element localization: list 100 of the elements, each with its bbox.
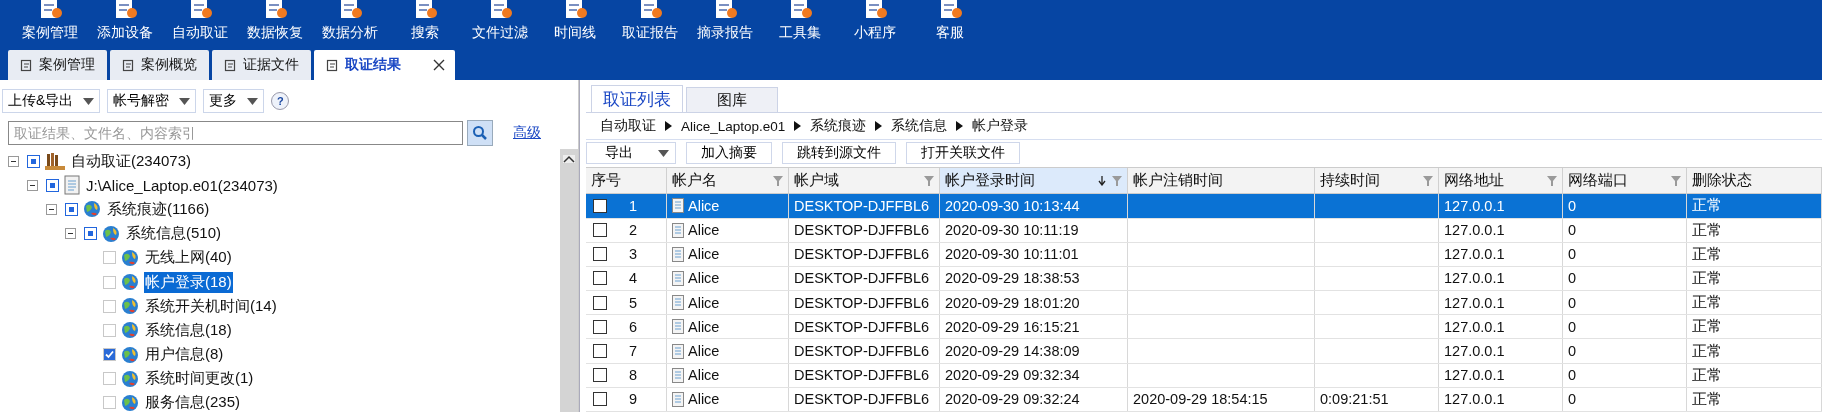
toolbar-button[interactable]: 时间线 (537, 0, 612, 46)
tree-item[interactable]: 系统信息(510) (125, 223, 223, 245)
toolbar-button[interactable]: 摘录报告 (687, 0, 762, 46)
filter-icon[interactable] (773, 175, 783, 186)
toolbar-button[interactable]: 搜索 (387, 0, 462, 46)
column-header[interactable]: 帐户名 (667, 168, 789, 194)
tree-item[interactable]: J:\Alice_Laptop.e01(234073) (85, 175, 279, 195)
row-checkbox[interactable] (593, 344, 607, 359)
checkbox[interactable] (103, 372, 116, 386)
column-header[interactable]: 持续时间 (1315, 168, 1439, 194)
action-button[interactable]: 加入摘要 (686, 142, 772, 165)
help-button[interactable]: ? (271, 92, 290, 110)
tree-item[interactable]: 帐户登录(18) (144, 271, 233, 293)
table-cell: 4 (629, 270, 638, 287)
filter-icon[interactable] (1671, 175, 1681, 186)
tree-item[interactable]: 服务信息(235) (144, 392, 242, 412)
row-checkbox[interactable] (593, 368, 607, 383)
close-icon[interactable] (433, 59, 445, 71)
tab[interactable]: 案例管理 (8, 50, 107, 80)
dropdown-menu[interactable]: 帐号解密 (107, 89, 197, 113)
table-cell: 127.0.0.1 (1444, 270, 1505, 287)
toolbar-button[interactable]: 数据恢复 (237, 0, 312, 46)
dropdown-menu[interactable]: 更多 (203, 89, 265, 113)
tab[interactable]: 图库 (686, 87, 778, 112)
toolbar-button[interactable]: 案例管理 (12, 0, 87, 46)
collapse-toggle[interactable] (27, 179, 38, 191)
dropdown-menu[interactable]: 上传&导出 (2, 89, 101, 113)
row-checkbox[interactable] (593, 271, 607, 286)
checkbox[interactable] (46, 178, 59, 192)
collapse-toggle[interactable] (46, 203, 57, 215)
tab[interactable]: 取证结果 (314, 50, 455, 80)
row-checkbox[interactable] (593, 295, 607, 310)
document-icon (672, 222, 684, 238)
tree-item[interactable]: 系统痕迹(1166) (106, 198, 211, 220)
breadcrumb-item[interactable]: Alice_Laptop.e01 (681, 118, 786, 134)
table-cell: 2020-09-29 18:54:15 (1133, 391, 1268, 408)
search-button[interactable] (467, 120, 493, 146)
table-cell: 6 (629, 318, 638, 335)
column-header[interactable]: 删除状态 (1687, 168, 1822, 194)
filter-icon[interactable] (1423, 175, 1433, 186)
column-header[interactable]: 帐户注销时间 (1128, 168, 1315, 194)
row-checkbox[interactable] (593, 198, 607, 213)
search-field[interactable]: 取证结果、文件名、内容索引 (8, 121, 463, 145)
checkbox[interactable] (103, 323, 116, 337)
collapse-toggle[interactable] (8, 155, 19, 167)
table-cell: Alice (688, 391, 720, 408)
column-header[interactable]: 序号 (586, 168, 667, 194)
row-checkbox[interactable] (593, 319, 607, 334)
filter-icon[interactable] (924, 175, 934, 186)
row-checkbox[interactable] (593, 247, 607, 262)
tree-item[interactable]: 无线上网(40) (144, 247, 233, 269)
checkbox[interactable] (103, 396, 116, 410)
breadcrumb-item[interactable]: 自动取证 (600, 117, 656, 136)
breadcrumb-item[interactable]: 系统痕迹 (810, 117, 867, 136)
tree-item[interactable]: 用户信息(8) (144, 344, 225, 366)
table-cell: 2020-09-29 09:32:24 (945, 391, 1080, 408)
filter-icon[interactable] (1547, 175, 1557, 186)
toolbar-button[interactable]: 客服 (912, 0, 987, 46)
tab[interactable]: 取证列表 (591, 85, 683, 112)
row-checkbox[interactable] (593, 392, 607, 407)
advanced-link[interactable]: 高级 (513, 124, 541, 142)
toolbar-button[interactable]: 文件过滤 (462, 0, 537, 46)
checkbox[interactable] (103, 299, 116, 313)
table-cell: 127.0.0.1 (1444, 197, 1505, 214)
action-button[interactable]: 打开关联文件 (906, 142, 1020, 165)
toolbar-button[interactable]: 工具集 (762, 0, 837, 46)
table-cell: 127.0.0.1 (1444, 222, 1505, 239)
checkbox[interactable] (84, 227, 97, 241)
tab[interactable]: 证据文件 (212, 50, 311, 80)
up-arrow-icon[interactable] (563, 155, 575, 163)
document-icon (672, 367, 684, 383)
tree-item[interactable]: 系统时间更改(1) (144, 368, 255, 390)
checkbox[interactable] (103, 275, 116, 289)
toolbar-button[interactable]: 取证报告 (612, 0, 687, 46)
checkbox[interactable] (103, 348, 116, 362)
toolbar-button[interactable]: 数据分析 (312, 0, 387, 46)
scrollbar[interactable] (560, 149, 578, 412)
tree-item[interactable]: 系统开关机时间(14) (144, 295, 278, 317)
column-header[interactable]: 帐户登录时间 (940, 168, 1128, 194)
table-cell: 0 (1568, 246, 1577, 263)
toolbar-button[interactable]: 小程序 (837, 0, 912, 46)
collapse-toggle[interactable] (65, 228, 76, 240)
row-checkbox[interactable] (593, 223, 607, 238)
chevron-icon (875, 121, 883, 132)
document-icon (672, 295, 684, 311)
action-button[interactable]: 跳转到源文件 (782, 142, 896, 165)
action-button[interactable]: 导出 (586, 142, 676, 165)
checkbox[interactable] (103, 251, 116, 265)
checkbox[interactable] (65, 202, 78, 216)
toolbar-button[interactable]: 自动取证 (162, 0, 237, 46)
document-icon (672, 246, 684, 262)
column-header[interactable]: 网络端口 (1563, 168, 1687, 194)
breadcrumb-item[interactable]: 系统信息 (891, 117, 948, 136)
tree-item[interactable]: 自动取证(234073) (70, 150, 193, 172)
toolbar-button[interactable]: 添加设备 (87, 0, 162, 46)
column-header[interactable]: 网络地址 (1439, 168, 1563, 194)
breadcrumb-item[interactable]: 帐户登录 (972, 117, 1029, 136)
checkbox[interactable] (27, 154, 40, 168)
tab[interactable]: 案例概览 (110, 50, 209, 80)
tree-item[interactable]: 系统信息(18) (144, 319, 233, 341)
